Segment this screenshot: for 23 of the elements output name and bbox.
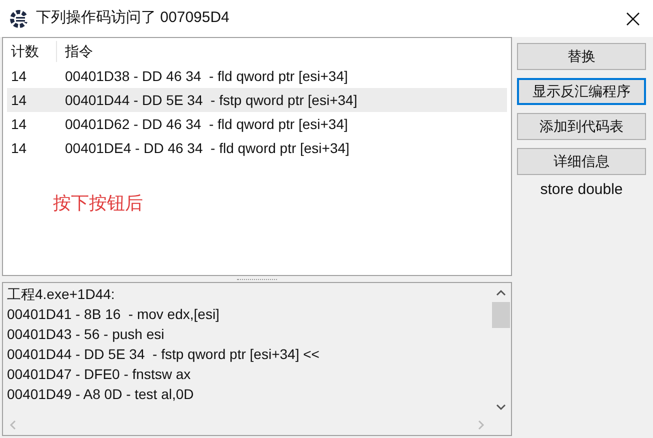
scroll-down-icon[interactable]	[496, 403, 506, 411]
column-header[interactable]: 计数	[3, 40, 57, 62]
disassembly-line: 00401D41 - 8B 16 - mov edx,[esi]	[7, 305, 220, 324]
scroll-thumb[interactable]	[492, 302, 510, 328]
scroll-up-icon[interactable]	[496, 289, 506, 297]
close-icon[interactable]	[626, 12, 640, 26]
column-header[interactable]: 指令	[57, 40, 93, 62]
description-text: store double	[539, 180, 624, 200]
disassembly-line: 00401D47 - DFE0 - fnstsw ax	[7, 365, 191, 384]
list-row[interactable]: 14 00401D44 - DD 5E 34 - fstp qword ptr [esi+34]	[7, 88, 507, 112]
disassembly-line: 00401D49 - A8 0D - test al,0D	[7, 385, 194, 404]
action-button[interactable]: 详细信息	[517, 148, 646, 175]
disassembly-line: 工程4.exe+1D44:	[7, 285, 115, 304]
window-title: 下列操作码访问了 007095D4	[36, 8, 230, 28]
app-logo-icon	[9, 8, 29, 28]
disassembly-line: 00401D44 - DD 5E 34 - fstp qword ptr [esi+34] <<	[7, 345, 320, 364]
action-button[interactable]: 添加到代码表	[517, 113, 646, 140]
disassembly-line: 00401D43 - 56 - push esi	[7, 325, 164, 344]
scroll-left-icon[interactable]	[9, 420, 17, 430]
annotation-text: 按下按钮后	[53, 192, 143, 215]
scroll-right-icon[interactable]	[477, 420, 485, 430]
action-button[interactable]: 替换	[517, 43, 646, 70]
action-button[interactable]: 显示反汇编程序	[517, 78, 646, 105]
